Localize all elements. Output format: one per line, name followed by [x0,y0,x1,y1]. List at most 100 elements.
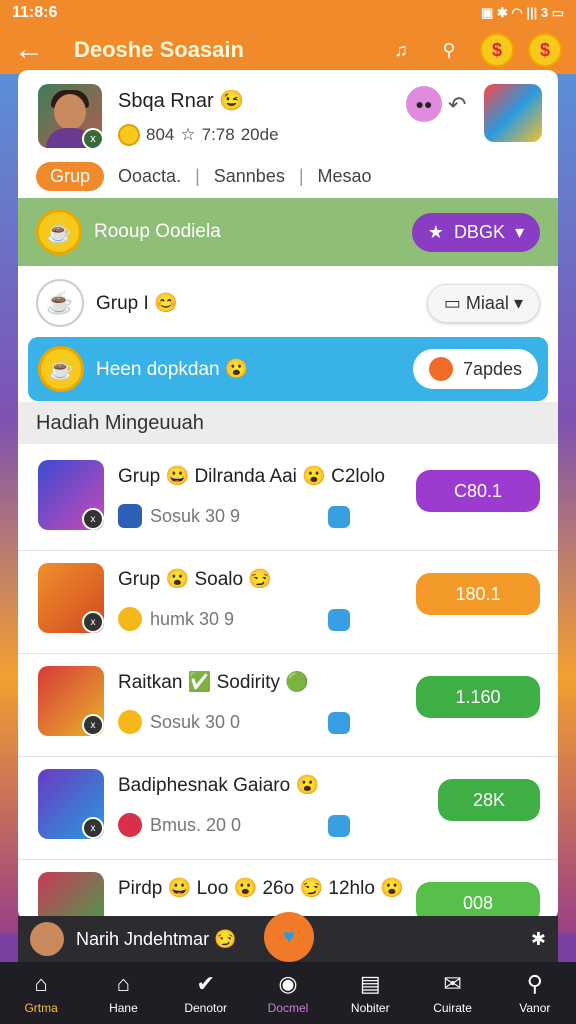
nav-item-denotor[interactable]: ✔ Denotor [166,971,246,1015]
gift-icon[interactable]: $ [528,33,562,67]
nav-item-cuirate[interactable]: ✉ Cuirate [413,971,493,1015]
hot-row[interactable]: ☕ Heen dopkdan 😮 7apdes [28,337,548,401]
lock-icon [328,506,350,528]
group-row-2-dropdown-text: Miaal [465,292,509,313]
nav-label: Hane [109,1001,138,1015]
nav-item-hane[interactable]: ⌂ Hane [83,971,163,1015]
item-sub-text: Sosuk 30 9 [150,505,241,526]
section-title: Hadiah Mingeuuah [18,402,558,444]
profile-name-text: Sbqa Rnar [118,90,214,112]
emote-icon[interactable]: ●● [406,86,442,122]
group-row-button[interactable]: ★ DBGK ▾ [411,212,540,252]
xbox-badge-icon: x [82,508,104,530]
chevron-down-icon: ▾ [513,292,523,313]
home-icon: ⌂ [34,971,48,996]
nav-item-docmel[interactable]: ◉ Docmel [248,971,328,1015]
circle-icon: ◉ [278,971,298,996]
xbox-badge-icon: x [82,714,104,736]
item-thumbnail [38,872,104,920]
item-sub: Bmus. 20 0 [118,813,241,837]
lock-icon [328,712,350,734]
list-item[interactable]: x Grup 😮 Soalo 😏 humk 30 9 180.1 [18,551,558,654]
hot-row-button[interactable]: 7apdes [412,349,538,389]
item-sub: Sosuk 30 9 [118,504,240,528]
house-icon: ⌂ [116,971,131,996]
profile-coins: 804 [146,125,175,144]
tab-grup[interactable]: Grup [36,162,105,191]
arrow-left-icon[interactable]: ← [14,33,54,67]
trophy-icon: ★ [427,221,444,242]
item-thumbnail: x [38,666,104,736]
nav-label: Cuirate [433,1001,472,1015]
music-icon[interactable]: ♫ [384,33,418,67]
nav-item-nobiter[interactable]: ▤ Nobiter [330,971,410,1015]
tab-ooacta[interactable]: Ooacta. [118,166,181,187]
item-button[interactable]: C80.1 [416,470,540,512]
nav-item-vanor[interactable]: ⚲ Vanor [495,971,575,1015]
nav-label: Docmel [267,1001,309,1015]
fire-icon [428,357,453,381]
group-row-2[interactable]: ☕ Grup I 😊 ▭ Miaal ▾ [18,270,558,336]
gift-icon [118,813,142,837]
profile-suffix: 20de [240,125,279,144]
edit-icon [328,815,350,837]
page-title: Deoshe Soasain [74,37,244,62]
hot-row-label: Heen dopkdan 😮 [96,359,249,380]
search-icon: ⚲ [526,971,543,996]
star-icon: ☆ [180,125,196,144]
list-item[interactable]: x Grup 😀 Dilranda Aai 😮 C2lolo Sosuk 30 … [18,448,558,551]
main-panel: x Sbqa Rnar 😉 804 ☆ 7:78 20de ●● ↶ Grup … [18,70,558,920]
item-sub: humk 30 9 [118,607,234,631]
group-row[interactable]: ☕ Rooup Oodiela ★ DBGK ▾ [18,198,558,266]
puzzle-icon[interactable]: ✱ [531,929,546,950]
list-item[interactable]: x Raitkan ✅ Sodirity 🟢 Sosuk 30 0 1.160 [18,654,558,757]
undo-icon[interactable]: ↶ [448,92,466,118]
reward-list: x Grup 😀 Dilranda Aai 😮 C2lolo Sosuk 30 … [18,448,558,920]
item-sub-text: Sosuk 30 0 [150,711,241,732]
item-title: Raitkan ✅ Sodirity 🟢 [118,672,309,693]
item-button[interactable]: 1.160 [416,676,540,718]
nav-label: Grtma [24,1001,58,1015]
coin-icon [118,607,142,631]
hot-row-button-text: 7apdes [462,358,522,379]
item-title: Badiphesnak Gaiaro 😮 [118,775,320,796]
list-item[interactable]: x Badiphesnak Gaiaro 😮 Bmus. 20 0 28K [18,757,558,860]
status-icons: ▣ ✱ ◠ ||| 3 ▭ [480,5,564,20]
profile-stars: 7:78 [201,125,235,144]
check-icon: ✔ [196,971,215,996]
cup-icon: ☕ [36,209,82,255]
profile-stats: 804 ☆ 7:78 20de [118,124,279,146]
item-button[interactable]: 28K [438,779,540,821]
coin-icon [118,710,142,734]
item-button[interactable]: 008 [416,882,540,920]
search-icon[interactable]: ⚲ [432,33,466,67]
item-title: Pirdp 😀 Loo 😮 26o 😏 12hlo 😮 [118,878,404,899]
nav-item-grtma[interactable]: ⌂ Grtma [1,971,81,1015]
item-sub-text: Bmus. 20 0 [150,814,242,835]
cup-icon: ☕ [36,279,84,327]
avatar-face [54,94,86,130]
group-row-2-label-text: Grup I [96,293,149,314]
group-row-2-dropdown[interactable]: ▭ Miaal ▾ [426,283,540,323]
game-thumbnail[interactable] [484,84,542,142]
tab-sannbes[interactable]: Sannbes [214,166,285,187]
group-row-button-text: DBGK [453,221,505,242]
item-title: Grup 😀 Dilranda Aai 😮 C2lolo [118,466,385,487]
group-row-label: Rooup Oodiela [94,221,221,242]
book-icon: ▤ [359,971,381,996]
tab-mesao[interactable]: Mesao [318,166,372,187]
chat-icon: ✉ [443,971,462,996]
list-item[interactable]: Pirdp 😀 Loo 😮 26o 😏 12hlo 😮 008 [18,860,558,920]
card-icon: ▭ [443,292,461,313]
coin-icon [118,124,140,146]
box-icon [118,504,142,528]
coin-icon[interactable]: $ [480,33,514,67]
avatar[interactable]: x [38,84,102,148]
item-button[interactable]: 180.1 [416,573,540,615]
avatar [30,922,64,956]
item-sub-text: humk 30 9 [150,608,235,629]
floating-action-button[interactable]: ♥ [264,912,314,962]
profile-name: Sbqa Rnar 😉 [118,90,245,112]
nav-label: Nobiter [350,1001,390,1015]
nav-label: Denotor [184,1001,228,1015]
